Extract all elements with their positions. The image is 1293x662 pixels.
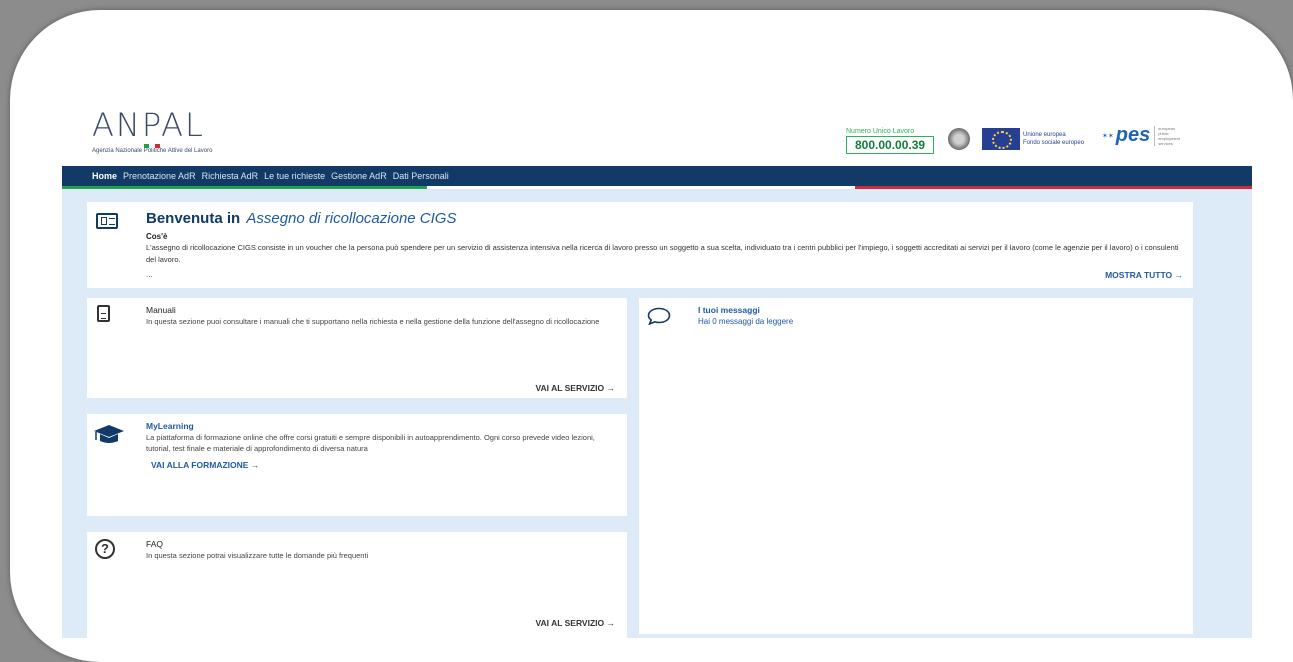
site-viewport: ANPAL Agenzia Nazionale Politiche Attive…	[62, 98, 1252, 638]
logo-subtitle: Agenzia Nazionale Politiche Attive del L…	[92, 148, 213, 154]
eu-line2: Fondo sociale europeo	[1023, 140, 1085, 146]
nav-item-dati-personali[interactable]: Dati Personali	[393, 171, 449, 181]
newspaper-icon	[96, 213, 118, 229]
graduation-cap-icon	[94, 425, 124, 443]
nav-item-prenotazione-adr[interactable]: Prenotazione AdR	[123, 171, 196, 181]
manuali-service-link[interactable]: VAI AL SERVIZIO →	[535, 383, 615, 393]
document-icon	[97, 305, 110, 322]
eu-flag-icon	[982, 128, 1020, 150]
nav-item-gestione-adr[interactable]: Gestione AdR	[331, 171, 387, 181]
welcome-card: Benvenuta in Assegno di ricollocazione C…	[87, 202, 1193, 288]
screenshot-frame: ANPAL Agenzia Nazionale Politiche Attive…	[10, 10, 1293, 662]
numero-unico-label: Numero Unico Lavoro	[846, 128, 915, 135]
numero-unico-lavoro[interactable]: Numero Unico Lavoro 800.00.00.39	[846, 128, 935, 154]
pes-logo-text: pes	[1115, 124, 1151, 146]
welcome-section-heading: Cos'è	[146, 232, 168, 241]
site-header: ANPAL Agenzia Nazionale Politiche Attive…	[62, 98, 1252, 166]
logo-text: ANPAL	[92, 106, 205, 144]
messages-card: I tuoi messaggi Hai 0 messaggi da legger…	[639, 298, 1193, 634]
nav-item-le-tue-richieste[interactable]: Le tue richieste	[264, 171, 325, 181]
italian-republic-emblem-icon	[948, 128, 970, 150]
pes-small-text: european public employment services	[1154, 125, 1184, 146]
welcome-description: L'assegno di ricollocazione CIGS consist…	[146, 243, 1179, 264]
speech-bubble-icon	[647, 307, 671, 325]
pes-network-logo: ✶✶ pes european public employment servic…	[1102, 124, 1184, 147]
welcome-title-bold: Benvenuta in	[146, 210, 241, 227]
numero-unico-value: 800.00.00.39	[846, 136, 935, 154]
messages-count-link[interactable]: Hai 0 messaggi da leggere	[698, 317, 793, 326]
anpal-logo[interactable]: ANPAL Agenzia Nazionale Politiche Attive…	[92, 108, 212, 154]
pes-stars-icon: ✶✶	[1102, 132, 1114, 140]
faq-description: In questa sezione potrai visualizzare tu…	[146, 551, 369, 560]
faq-service-link[interactable]: VAI AL SERVIZIO →	[535, 618, 615, 628]
eu-line1: Unione europea	[1023, 132, 1066, 138]
logo-flag-icon	[144, 144, 160, 148]
welcome-title-service: Assegno di ricollocazione CIGS	[246, 210, 457, 227]
nav-item-richiesta-adr[interactable]: Richiesta AdR	[202, 171, 259, 181]
tricolor-stripe	[62, 186, 1252, 189]
faq-card: ? FAQ In questa sezione potrai visualizz…	[87, 532, 627, 638]
manuali-description: In questa sezione puoi consultare i manu…	[146, 317, 600, 326]
welcome-ellipsis: ...	[146, 270, 153, 279]
nav-item-home[interactable]: Home	[92, 171, 117, 181]
messages-title: I tuoi messaggi	[698, 305, 760, 315]
mylearning-description: La piattaforma di formazione online che …	[146, 433, 595, 453]
manuali-card: Manuali In questa sezione puoi consultar…	[87, 298, 627, 398]
welcome-title: Benvenuta in Assegno di ricollocazione C…	[146, 210, 456, 227]
main-nav: Home Prenotazione AdR Richiesta AdR Le t…	[62, 166, 1252, 186]
manuali-title: Manuali	[146, 305, 176, 315]
mylearning-title: MyLearning	[146, 421, 194, 431]
mylearning-card: MyLearning La piattaforma di formazione …	[87, 414, 627, 516]
eu-fse-logo: Unione europea Fondo sociale europeo	[982, 128, 1084, 150]
faq-title: FAQ	[146, 539, 164, 549]
question-circle-icon: ?	[95, 539, 115, 559]
show-all-link[interactable]: MOSTRA TUTTO →	[1105, 270, 1183, 280]
mylearning-training-link[interactable]: VAI ALLA FORMAZIONE →	[151, 460, 259, 470]
